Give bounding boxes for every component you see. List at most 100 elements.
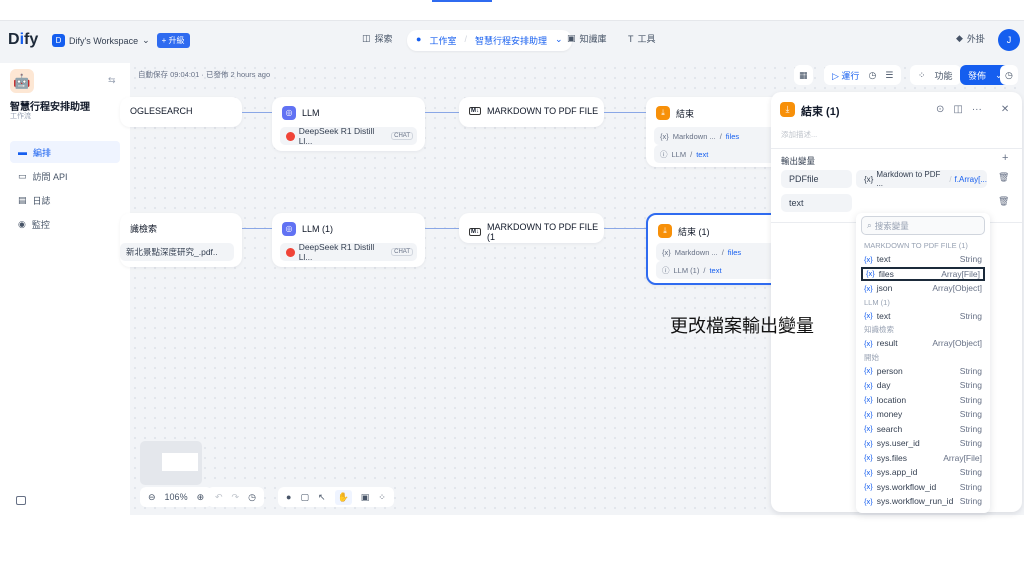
- node-end-1[interactable]: ⤓ 結束 (1) {x} Markdown ... / files ⓘ LLM (1) / tex…: [646, 213, 786, 285]
- variable-option[interactable]: {x} sys.user_id String: [861, 436, 985, 451]
- nav-plugins[interactable]: ◆ 外掛: [956, 32, 985, 45]
- variable-type: Array[File]: [943, 452, 982, 463]
- description-input[interactable]: 添加描述...: [781, 129, 817, 140]
- collapse-icon[interactable]: ⇆: [108, 75, 116, 86]
- variable-type: String: [959, 394, 982, 405]
- var-value-selector[interactable]: {x} Markdown to PDF ... / f.Array[...: [856, 170, 987, 188]
- add-node-icon[interactable]: ●: [286, 492, 291, 502]
- run-button[interactable]: ▷ 運行: [832, 69, 859, 82]
- markdown-icon: M↓: [469, 107, 481, 115]
- node-title: 識檢索: [130, 224, 158, 234]
- history-icon[interactable]: ◷: [868, 70, 876, 81]
- var-name-field[interactable]: text: [781, 194, 852, 212]
- var-source: Markdown to PDF ...: [876, 170, 941, 188]
- var-source: Markdown ...: [674, 247, 718, 257]
- env-icon: ▦: [799, 69, 808, 80]
- hand-icon[interactable]: ✋: [334, 489, 352, 505]
- workspace-name: Dify's Workspace: [69, 35, 139, 46]
- variable-option[interactable]: {x} person String: [861, 364, 985, 379]
- edge: [425, 112, 459, 113]
- nav-explore[interactable]: ◫ 探索: [362, 32, 393, 45]
- variable-name: json: [876, 283, 893, 294]
- node-googlesearch[interactable]: OGLESEARCH: [120, 97, 242, 127]
- note-icon[interactable]: ▢: [300, 492, 309, 503]
- variable-icon: {x}: [864, 380, 873, 390]
- variable-option[interactable]: {x} json Array[Object]: [861, 281, 985, 296]
- variable-option[interactable]: {x} search String: [861, 422, 985, 437]
- env-button[interactable]: ▦: [794, 65, 813, 85]
- hammer-icon: T: [628, 33, 634, 44]
- terminal-icon: ▭: [18, 170, 27, 181]
- variable-option[interactable]: {x} sys.app_id String: [861, 465, 985, 480]
- zoom-level[interactable]: 106%: [165, 492, 188, 502]
- sidebar-item-orchestrate[interactable]: ▬ 編排: [10, 141, 120, 163]
- add-variable-icon[interactable]: +: [1002, 152, 1008, 164]
- variable-option[interactable]: {x} sys.files Array[File]: [861, 451, 985, 466]
- nav-studio[interactable]: ● 工作室 / 智慧行程安排助理 ⌄: [407, 30, 572, 51]
- edge: [242, 112, 272, 113]
- help-icon[interactable]: ⊙: [936, 104, 944, 115]
- checklist-icon[interactable]: ☰: [885, 70, 893, 81]
- app-selector[interactable]: 智慧行程安排助理: [475, 34, 547, 47]
- variable-option[interactable]: {x} sys.workflow_id String: [861, 480, 985, 495]
- pointer-icon[interactable]: ↖: [318, 492, 326, 503]
- var-name: PDFfile: [789, 174, 819, 184]
- undo-icon[interactable]: ↶: [215, 492, 223, 503]
- image-export-icon[interactable]: ▣: [361, 492, 370, 503]
- sidebar-item-monitor[interactable]: ◉ 監控: [10, 213, 120, 235]
- logo[interactable]: Dify: [8, 31, 38, 49]
- redo-icon[interactable]: ↷: [232, 492, 240, 503]
- workspace-switcher[interactable]: D Dify's Workspace ⌄ + 升級: [52, 33, 190, 48]
- book-icon[interactable]: ◫: [953, 104, 962, 115]
- panel-toggle-icon[interactable]: [16, 496, 26, 505]
- search-variable-input[interactable]: ⌕ 搜索變量: [861, 216, 985, 235]
- var-name: text: [696, 149, 709, 159]
- trash-icon[interactable]: 🗑: [998, 172, 1009, 183]
- sidebar-item-api[interactable]: ▭ 訪問 API: [10, 165, 120, 187]
- history-icon[interactable]: ◷: [248, 492, 256, 503]
- minimap-viewport[interactable]: [162, 453, 198, 471]
- upgrade-button[interactable]: + 升級: [156, 33, 190, 48]
- var-name-field[interactable]: PDFfile: [781, 170, 852, 188]
- trash-icon[interactable]: 🗑: [998, 196, 1009, 207]
- nav-tools[interactable]: T 工具: [628, 32, 656, 45]
- organize-icon[interactable]: ⁘: [378, 492, 386, 503]
- variable-option[interactable]: {x} location String: [861, 393, 985, 408]
- end-icon: ⤓: [658, 224, 672, 238]
- variable-option[interactable]: {x} result Array[Object]: [861, 336, 985, 351]
- node-markdown-to-pdf-1[interactable]: M↓ MARKDOWN TO PDF FILE (1: [459, 213, 604, 243]
- variable-option[interactable]: {x} text String: [861, 309, 985, 324]
- sidebar-item-logs[interactable]: ▤ 日誌: [10, 189, 120, 211]
- nav-knowledge[interactable]: ▣ 知識庫: [567, 32, 607, 45]
- publish-label: 發佈: [968, 70, 987, 81]
- zoom-out-icon[interactable]: ⊖: [148, 492, 156, 503]
- variable-option[interactable]: {x} files Array[File]: [861, 266, 985, 281]
- variable-icon: {x}: [864, 467, 873, 477]
- avatar[interactable]: J: [998, 29, 1020, 51]
- version-history-button[interactable]: ◷: [1000, 65, 1018, 85]
- output-vars-label: 輸出變量: [781, 156, 816, 166]
- features-button[interactable]: ⁘ 功能: [910, 65, 961, 85]
- node-markdown-to-pdf[interactable]: M↓ MARKDOWN TO PDF FILE: [459, 97, 604, 127]
- node-llm[interactable]: ◎ LLM DeepSeek R1 Distill Ll... CHAT: [272, 97, 425, 151]
- variable-option[interactable]: {x} day String: [861, 378, 985, 393]
- llm-icon: ◎: [282, 106, 296, 120]
- variable-option[interactable]: {x} money String: [861, 407, 985, 422]
- close-icon[interactable]: ✕: [1001, 104, 1009, 115]
- run-label: 運行: [841, 70, 860, 81]
- more-icon[interactable]: ···: [972, 104, 982, 115]
- zoom-in-icon[interactable]: ⊕: [197, 492, 205, 503]
- node-title: OGLESEARCH: [130, 106, 193, 116]
- variable-name: sys.workflow_run_id: [876, 496, 954, 507]
- variable-option[interactable]: {x} text String: [861, 252, 985, 267]
- variable-type: String: [959, 380, 982, 391]
- node-llm-1[interactable]: ◎ LLM (1) DeepSeek R1 Distill Ll... CHAT: [272, 213, 425, 267]
- variable-option[interactable]: {x} sys.workflow_run_id String: [861, 494, 985, 509]
- gauge-icon: ◉: [18, 218, 26, 229]
- node-end[interactable]: ⤓ 結束 {x} Markdown ... / files ⓘ LLM / text: [646, 97, 786, 167]
- var-name: text: [789, 198, 804, 208]
- variable-name: text: [876, 254, 891, 265]
- node-knowledge-retrieval[interactable]: 識檢索 新北景點深度研究_.pdf..: [120, 213, 242, 267]
- panel-title[interactable]: 結束 (1): [801, 103, 840, 119]
- minimap[interactable]: [140, 441, 202, 485]
